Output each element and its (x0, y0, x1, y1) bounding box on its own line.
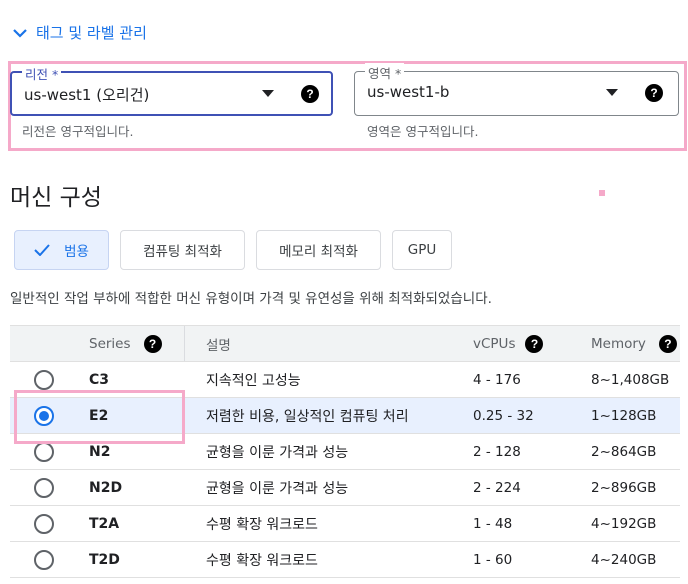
highlight-marker (599, 190, 605, 196)
zone-select[interactable]: 영역 * us-west1-b ? (354, 63, 679, 116)
column-divider (184, 326, 185, 361)
tab-compute-optimized[interactable]: 컴퓨팅 최적화 (120, 230, 245, 270)
table-row[interactable]: N2D 균형을 이룬 가격과 성능 2 - 224 2~896GB (10, 470, 680, 506)
table-row[interactable]: T2D 수평 확장 워크로드 1 - 60 4~240GB (10, 542, 680, 578)
series-memory: 2~864GB (591, 443, 657, 460)
series-description: 저렴한 비용, 일상적인 컴퓨팅 처리 (206, 408, 409, 425)
series-memory: 2~896GB (591, 479, 657, 496)
dropdown-caret-icon (262, 90, 274, 97)
region-label: 리전 * (22, 64, 62, 83)
tab-gpu[interactable]: GPU (392, 230, 452, 270)
series-memory: 1~128GB (591, 407, 657, 424)
radio-button[interactable] (34, 513, 54, 534)
tab-label: 컴퓨팅 최적화 (143, 244, 222, 260)
tab-label: 메모리 최적화 (279, 244, 358, 260)
region-select[interactable]: 리전 * us-west1 (오리건) ? (10, 64, 333, 116)
toggle-label: 태그 및 라벨 관리 (36, 24, 147, 42)
table-header: Series ? 설명 vCPUs ? Memory ? (10, 325, 680, 362)
radio-button[interactable] (34, 477, 54, 498)
series-memory: 4~192GB (591, 515, 657, 532)
machine-series-table: Series ? 설명 vCPUs ? Memory ? C3 지속적인 고성능… (10, 325, 680, 578)
series-description: 지속적인 고성능 (206, 372, 301, 389)
region-value: us-west1 (오리건) (24, 86, 150, 104)
series-name: T2D (89, 551, 120, 568)
region-hint: 리전은 영구적입니다. (22, 124, 134, 139)
tab-general-purpose[interactable]: 범용 (14, 230, 109, 270)
series-name: N2D (89, 479, 123, 496)
zone-value: us-west1-b (367, 83, 450, 101)
series-description: 균형을 이룬 가격과 성능 (206, 444, 349, 461)
help-icon[interactable]: ? (525, 334, 544, 353)
series-description: 수평 확장 워크로드 (206, 516, 318, 533)
series-memory: 4~240GB (591, 551, 657, 568)
help-icon[interactable]: ? (645, 84, 663, 102)
tab-memory-optimized[interactable]: 메모리 최적화 (256, 230, 381, 270)
zone-hint: 영역은 영구적입니다. (367, 124, 479, 139)
header-series: Series ? (89, 326, 162, 361)
help-icon[interactable]: ? (301, 85, 319, 103)
header-memory: Memory ? (591, 326, 677, 361)
machine-family-description: 일반적인 작업 부하에 적합한 머신 유형이며 가격 및 유연성을 위해 최적화… (10, 291, 492, 307)
chevron-down-icon (13, 28, 27, 38)
series-vcpus: 0.25 - 32 (473, 407, 534, 424)
series-memory: 8~1,408GB (591, 371, 670, 388)
radio-button[interactable] (34, 369, 54, 390)
selection-highlight-frame (14, 390, 185, 444)
radio-button[interactable] (34, 549, 54, 570)
series-description: 수평 확장 워크로드 (206, 552, 318, 569)
help-icon[interactable]: ? (658, 334, 677, 353)
series-vcpus: 2 - 128 (473, 443, 521, 460)
series-vcpus: 1 - 60 (473, 551, 513, 568)
header-vcpus: vCPUs ? (473, 326, 544, 361)
zone-label: 영역 * (365, 63, 405, 82)
table-row[interactable]: T2A 수평 확장 워크로드 1 - 48 4~192GB (10, 506, 680, 542)
check-icon (34, 244, 50, 256)
manage-tags-labels-toggle[interactable]: 태그 및 라벨 관리 (12, 22, 147, 43)
help-icon[interactable]: ? (143, 334, 162, 353)
dropdown-caret-icon (606, 89, 618, 96)
header-description: 설명 (206, 337, 231, 354)
series-vcpus: 4 - 176 (473, 371, 521, 388)
series-name: T2A (89, 515, 120, 532)
machine-config-heading: 머신 구성 (10, 185, 102, 211)
series-vcpus: 2 - 224 (473, 479, 521, 496)
tab-label: 범용 (64, 244, 89, 260)
series-vcpus: 1 - 48 (473, 515, 513, 532)
radio-button[interactable] (34, 441, 54, 462)
tab-label: GPU (407, 242, 437, 258)
series-description: 균형을 이룬 가격과 성능 (206, 480, 349, 497)
